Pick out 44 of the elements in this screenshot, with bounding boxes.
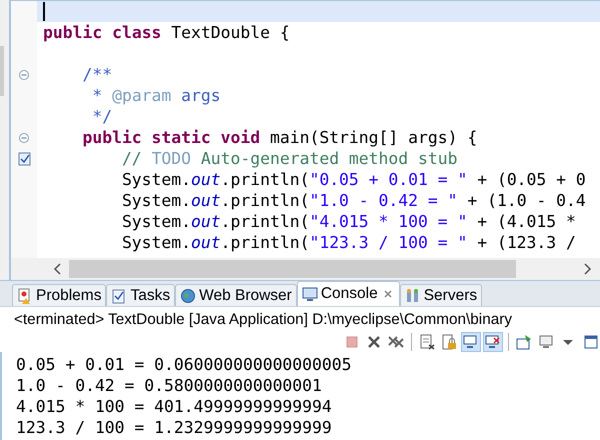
pin-icon xyxy=(516,334,532,350)
code-line: System.out.println("4.015 * 100 = " + (4.015 * xyxy=(120,211,576,232)
console-output-line: 1.0 - 0.42 = 0.5800000000000001 xyxy=(16,375,323,396)
toolbar-button[interactable] xyxy=(483,332,503,352)
view-tab[interactable]: Servers xyxy=(400,284,482,306)
console-output-line: 123.3 / 100 = 1.2329999999999999 xyxy=(16,417,333,438)
code-line: */ xyxy=(91,106,112,127)
scrollbar-thumb[interactable] xyxy=(0,46,4,96)
scrollbar-thumb[interactable] xyxy=(69,260,516,278)
document-icon xyxy=(419,334,435,350)
view-tab[interactable]: Tasks xyxy=(106,284,176,306)
code-line: System.out.println("1.0 - 0.42 = " + (1.0 - 0.4 xyxy=(120,190,586,211)
tasks-icon xyxy=(111,288,128,304)
view-tab[interactable]: Web Browser xyxy=(175,284,297,306)
collapse-icon xyxy=(18,132,30,144)
toolbar-button[interactable] xyxy=(461,332,481,352)
problems-icon xyxy=(17,288,33,304)
console-output-line: 0.05 + 0.01 = 0.060000000000000005 xyxy=(16,354,353,375)
monitor-icon xyxy=(538,334,554,350)
console-output-line: 4.015 * 100 = 401.49999999999994 xyxy=(16,396,333,417)
monitor-error-icon xyxy=(485,334,501,350)
code-line: public static void main(String[] args) { xyxy=(81,127,478,148)
code-line: * @param args xyxy=(91,85,221,106)
code-line: public class TextDouble { xyxy=(43,22,290,43)
double-x-icon xyxy=(388,334,404,350)
code-line: System.out.println("123.3 / 100 = " + (123.3 / xyxy=(120,232,576,253)
chevron-right-icon xyxy=(582,261,594,277)
stop-icon xyxy=(344,334,360,350)
view-tab[interactable]: Problems xyxy=(12,284,106,306)
servers-icon xyxy=(404,288,421,304)
monitor-icon xyxy=(302,286,318,302)
monitor-icon xyxy=(463,334,479,350)
globe-icon xyxy=(180,288,196,304)
close-icon xyxy=(366,334,382,350)
process-status: <terminated> TextDouble [Java Application] D:\myeclipse\Common\binary xyxy=(14,310,512,328)
collapse-icon xyxy=(18,68,30,80)
code-line: System.out.println("0.05 + 0.01 = " + (0.05 + 0 xyxy=(120,169,586,190)
code-line: // TODO Auto-generated method stub xyxy=(120,148,458,169)
view-tab[interactable]: Console xyxy=(296,281,400,306)
code-line: /** xyxy=(81,64,112,85)
task-icon xyxy=(18,150,30,166)
chevron-left-icon xyxy=(51,261,63,277)
lock-icon xyxy=(441,334,457,350)
text-cursor xyxy=(43,2,45,21)
